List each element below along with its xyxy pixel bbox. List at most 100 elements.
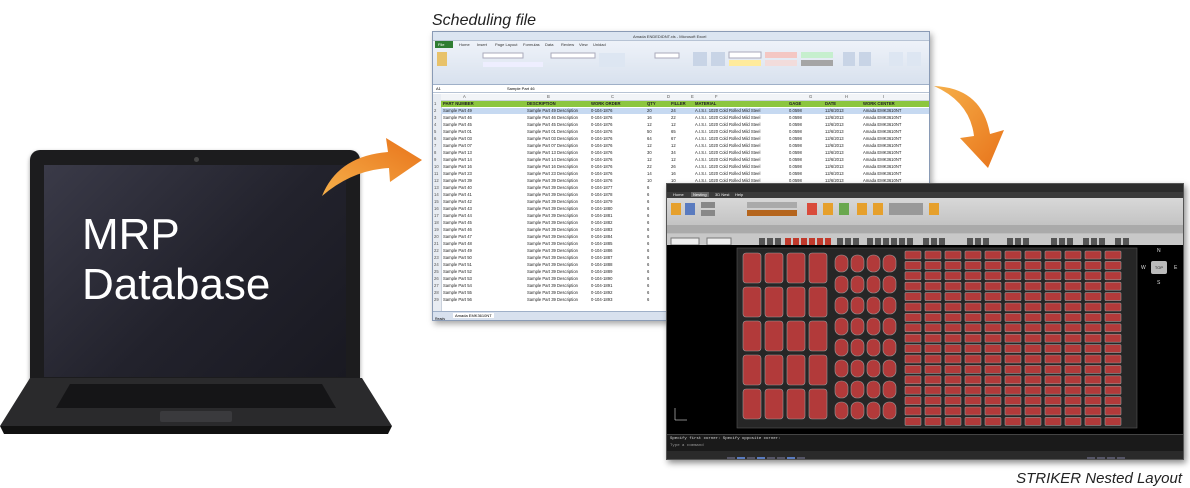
nested-part[interactable] (850, 401, 865, 420)
nested-part[interactable] (1044, 271, 1062, 281)
nested-part[interactable] (764, 320, 784, 352)
nested-part[interactable] (1044, 323, 1062, 333)
nested-part[interactable] (1084, 323, 1102, 333)
table-cell[interactable]: 20 (647, 108, 652, 113)
table-cell[interactable]: 0.0598 (789, 143, 802, 148)
nested-part[interactable] (984, 417, 1002, 426)
nested-part[interactable] (964, 406, 982, 416)
excel-tab-file[interactable]: File (438, 42, 444, 47)
nested-part[interactable] (944, 417, 962, 426)
nested-part[interactable] (924, 323, 942, 333)
nested-part[interactable] (944, 396, 962, 405)
excel-tab-view[interactable]: View (579, 42, 588, 47)
nested-part[interactable] (1084, 313, 1102, 322)
nested-part[interactable] (1044, 406, 1062, 416)
nested-part[interactable] (1024, 365, 1042, 374)
table-cell[interactable]: 0-104-1876 (591, 178, 612, 183)
cad-ribbon-buttons[interactable] (667, 199, 1183, 233)
nested-part[interactable] (834, 380, 849, 399)
table-cell[interactable]: 10 (647, 178, 652, 183)
table-cell[interactable]: 6 (647, 276, 649, 281)
nested-part[interactable] (866, 359, 881, 378)
nested-part[interactable] (984, 271, 1002, 281)
table-cell[interactable]: Sample Part 39 Description (527, 241, 578, 246)
name-box[interactable]: A1 (436, 86, 441, 91)
table-cell[interactable]: Amada EMK3610NT (863, 171, 901, 176)
nested-part[interactable] (964, 313, 982, 322)
table-cell[interactable]: 0-104-1876 (591, 129, 612, 134)
header-cell[interactable]: QTY (647, 101, 656, 106)
header-cell[interactable]: PART NUMBER (443, 101, 474, 106)
header-cell[interactable]: FILLER (671, 101, 686, 106)
nested-part[interactable] (764, 354, 784, 386)
row-number[interactable]: 16 (434, 206, 439, 211)
row-number[interactable]: 20 (434, 234, 439, 239)
nested-part[interactable] (1024, 302, 1042, 312)
nested-part[interactable] (924, 406, 942, 416)
nested-part[interactable] (1004, 250, 1022, 260)
nested-part[interactable] (984, 365, 1002, 374)
nested-part[interactable] (904, 375, 922, 385)
table-cell[interactable]: Sample Part 39 Description (527, 290, 578, 295)
table-cell[interactable]: Sample Part 49 Description (527, 108, 578, 113)
table-cell[interactable]: 14 (647, 171, 652, 176)
table-cell[interactable]: 0-104-1876 (591, 115, 612, 120)
table-cell[interactable]: Sample Part 39 (443, 178, 472, 183)
nested-part[interactable] (1044, 333, 1062, 343)
nested-part[interactable] (1084, 396, 1102, 405)
nested-part[interactable] (1004, 417, 1022, 426)
nested-part[interactable] (1044, 344, 1062, 353)
nested-part[interactable] (742, 354, 762, 386)
table-cell[interactable]: Sample Part 48 (443, 241, 472, 246)
nested-part[interactable] (924, 385, 942, 395)
table-cell[interactable]: Amada EMK3610NT (863, 150, 901, 155)
nested-part[interactable] (924, 250, 942, 260)
nested-part[interactable] (882, 254, 897, 273)
nested-part[interactable] (1104, 271, 1122, 281)
table-cell[interactable]: 0.0598 (789, 129, 802, 134)
table-cell[interactable]: 0-104-1893 (591, 297, 612, 302)
table-cell[interactable]: 0-104-1876 (591, 122, 612, 127)
nested-part[interactable] (1004, 406, 1022, 416)
nested-part[interactable] (984, 292, 1002, 301)
nested-part[interactable] (964, 333, 982, 343)
nested-part[interactable] (786, 354, 806, 386)
table-cell[interactable]: 0-104-1886 (591, 248, 612, 253)
header-cell[interactable]: MATERIAL (695, 101, 716, 106)
view-cube[interactable]: N W E S TOP (1141, 248, 1179, 298)
nested-part[interactable] (742, 388, 762, 420)
nested-part[interactable] (924, 396, 942, 405)
table-cell[interactable]: Sample Part 47 (443, 234, 472, 239)
table-cell[interactable]: A.I.S.I. 1020 Cold Rolled Mild Steel (695, 164, 760, 169)
nested-part[interactable] (944, 292, 962, 301)
table-cell[interactable]: 0-104-1884 (591, 234, 612, 239)
nested-part[interactable] (1024, 396, 1042, 405)
table-cell[interactable]: Sample Part 43 (443, 206, 472, 211)
nested-part[interactable] (808, 320, 828, 352)
table-cell[interactable]: Sample Part 45 (443, 122, 472, 127)
view-cube-top[interactable]: TOP (1151, 261, 1167, 274)
nested-part[interactable] (1064, 281, 1082, 291)
nested-part[interactable] (866, 401, 881, 420)
column-letter[interactable]: E (691, 94, 694, 99)
table-cell[interactable]: 6 (647, 227, 649, 232)
nested-part[interactable] (1064, 292, 1082, 301)
nested-part[interactable] (1084, 344, 1102, 353)
nested-part[interactable] (866, 254, 881, 273)
table-cell[interactable]: 16 (671, 171, 676, 176)
nested-part[interactable] (904, 417, 922, 426)
table-cell[interactable]: Sample Part 54 (443, 283, 472, 288)
nested-part[interactable] (964, 261, 982, 270)
nested-part[interactable] (904, 385, 922, 395)
nested-part[interactable] (1024, 375, 1042, 385)
nested-part[interactable] (850, 317, 865, 336)
nested-part[interactable] (924, 344, 942, 353)
header-cell[interactable]: WORK ORDER (591, 101, 621, 106)
table-cell[interactable]: 0-104-1891 (591, 283, 612, 288)
nested-part[interactable] (1004, 271, 1022, 281)
table-cell[interactable]: Sample Part 01 (443, 129, 472, 134)
nested-part[interactable] (1024, 323, 1042, 333)
nested-part[interactable] (944, 365, 962, 374)
nested-part[interactable] (944, 261, 962, 270)
table-cell[interactable]: Amada EMK3610NT (863, 115, 901, 120)
